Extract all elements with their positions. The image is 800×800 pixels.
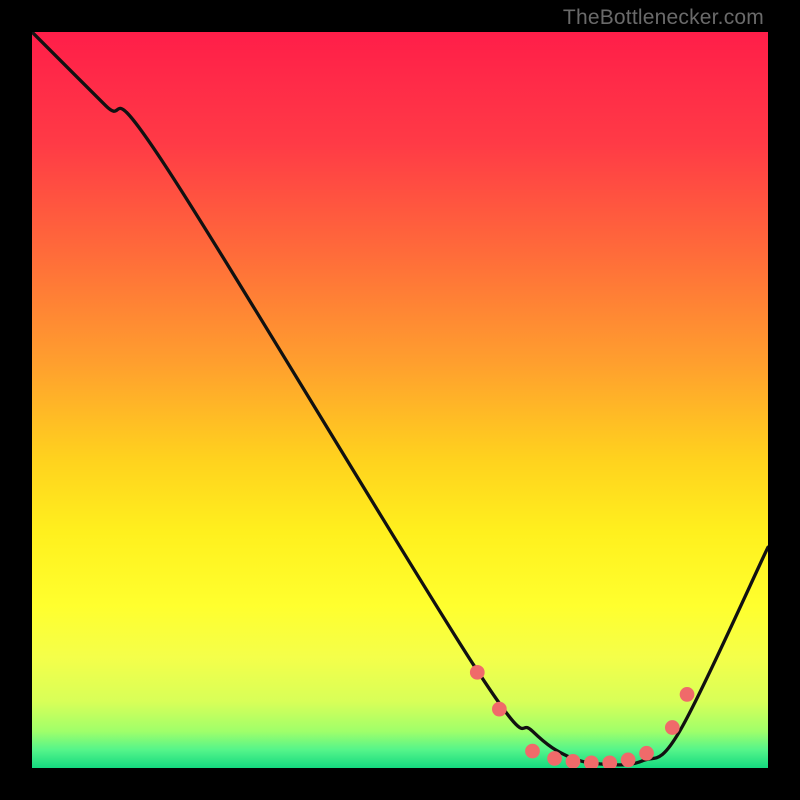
plot-area	[32, 32, 768, 768]
highlight-dot	[470, 665, 485, 680]
chart-frame: TheBottlenecker.com	[0, 0, 800, 800]
highlight-dots	[470, 665, 694, 768]
highlight-dot	[680, 687, 695, 702]
highlight-dot	[602, 755, 617, 768]
highlight-dot	[621, 753, 636, 768]
highlight-dot	[492, 702, 507, 717]
highlight-dot	[584, 755, 599, 768]
bottleneck-curve	[32, 32, 768, 765]
highlight-dot	[547, 751, 562, 766]
watermark-text: TheBottlenecker.com	[563, 6, 764, 30]
curve-overlay	[32, 32, 768, 768]
highlight-dot	[525, 744, 540, 759]
highlight-dot	[665, 720, 680, 735]
highlight-dot	[639, 746, 654, 761]
